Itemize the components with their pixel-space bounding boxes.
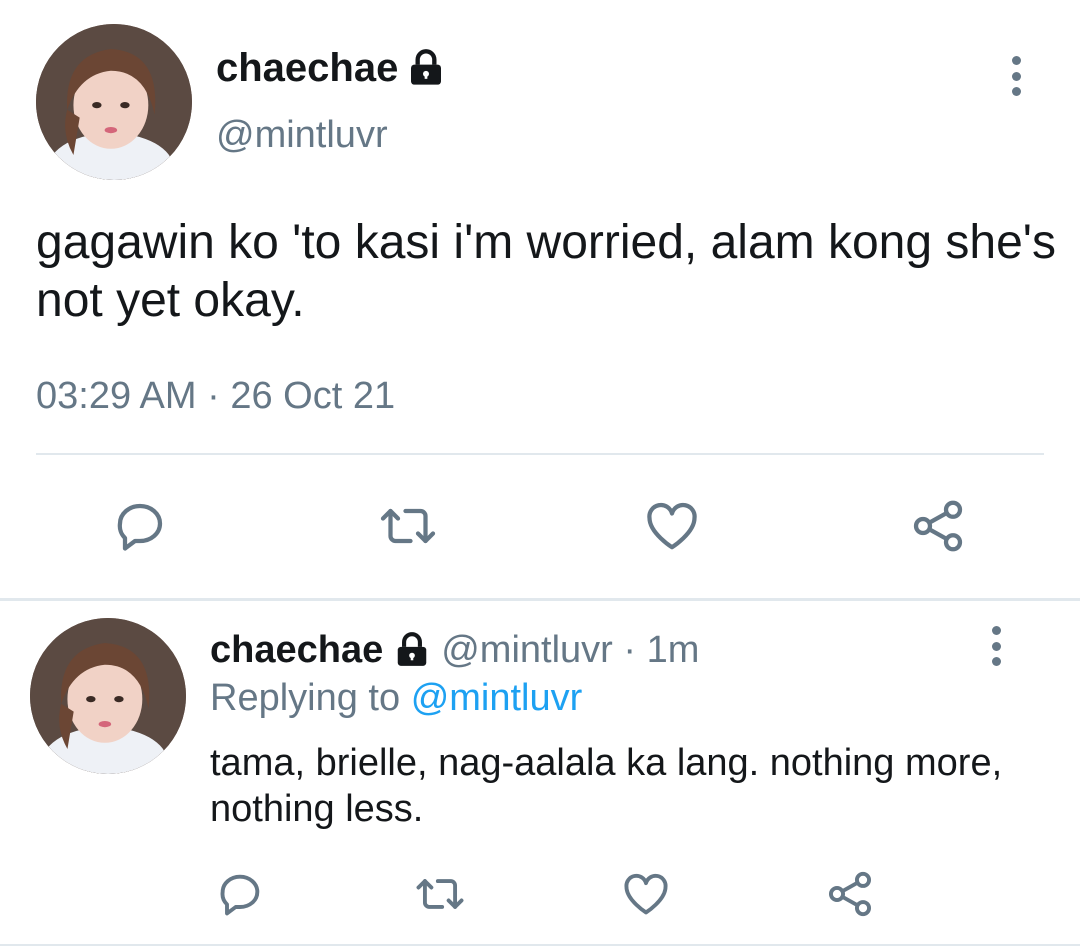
reply-like-button[interactable] (618, 866, 674, 922)
main-timestamp[interactable]: 03:29 AM · 26 Oct 21 (36, 372, 395, 420)
main-avatar[interactable] (36, 24, 192, 180)
reply-header: chaechae @mintluvr · 1m (210, 626, 699, 674)
reply-share-button[interactable] (822, 866, 878, 922)
replying-to-link[interactable]: @mintluvr (411, 677, 583, 719)
main-divider (36, 453, 1044, 455)
reply-icon (117, 503, 163, 551)
share-icon (828, 871, 872, 917)
replying-to-line: Replying to @mintluvr (210, 674, 582, 722)
reply-lock-icon (397, 632, 427, 666)
heart-icon (624, 873, 668, 915)
reply-more-icon[interactable] (988, 626, 1004, 666)
heart-icon (647, 502, 697, 550)
replying-to-prefix: Replying to (210, 677, 401, 719)
share-button[interactable] (906, 494, 970, 558)
retweet-button[interactable] (372, 494, 444, 558)
lock-icon (411, 49, 442, 85)
reply-display-name[interactable]: chaechae (210, 629, 383, 672)
bottom-divider (0, 944, 1080, 946)
reply-icon (220, 874, 260, 916)
reply-reply-button[interactable] (212, 866, 268, 922)
retweet-icon (416, 879, 464, 909)
reply-button[interactable] (108, 494, 172, 558)
main-display-name[interactable]: chaechae (216, 44, 446, 92)
share-icon (913, 500, 963, 552)
like-button[interactable] (640, 494, 704, 558)
section-divider (0, 598, 1080, 601)
reply-avatar[interactable] (30, 618, 186, 774)
retweet-icon (380, 508, 436, 544)
reply-tweet-text: tama, brielle, nag-aalala ka lang. nothi… (210, 742, 1003, 830)
reply-handle-meta[interactable]: @mintluvr · 1m (441, 629, 699, 672)
main-more-icon[interactable] (1008, 56, 1024, 96)
reply-retweet-button[interactable] (410, 866, 470, 922)
reply-avatar-photo-icon (30, 618, 186, 774)
main-display-name-text[interactable]: chaechae (216, 44, 398, 92)
avatar-photo-icon (36, 24, 192, 180)
main-handle[interactable]: @mintluvr (216, 112, 388, 158)
main-tweet-text: gagawin ko 'to kasi i'm worried, alam ko… (36, 216, 1056, 327)
